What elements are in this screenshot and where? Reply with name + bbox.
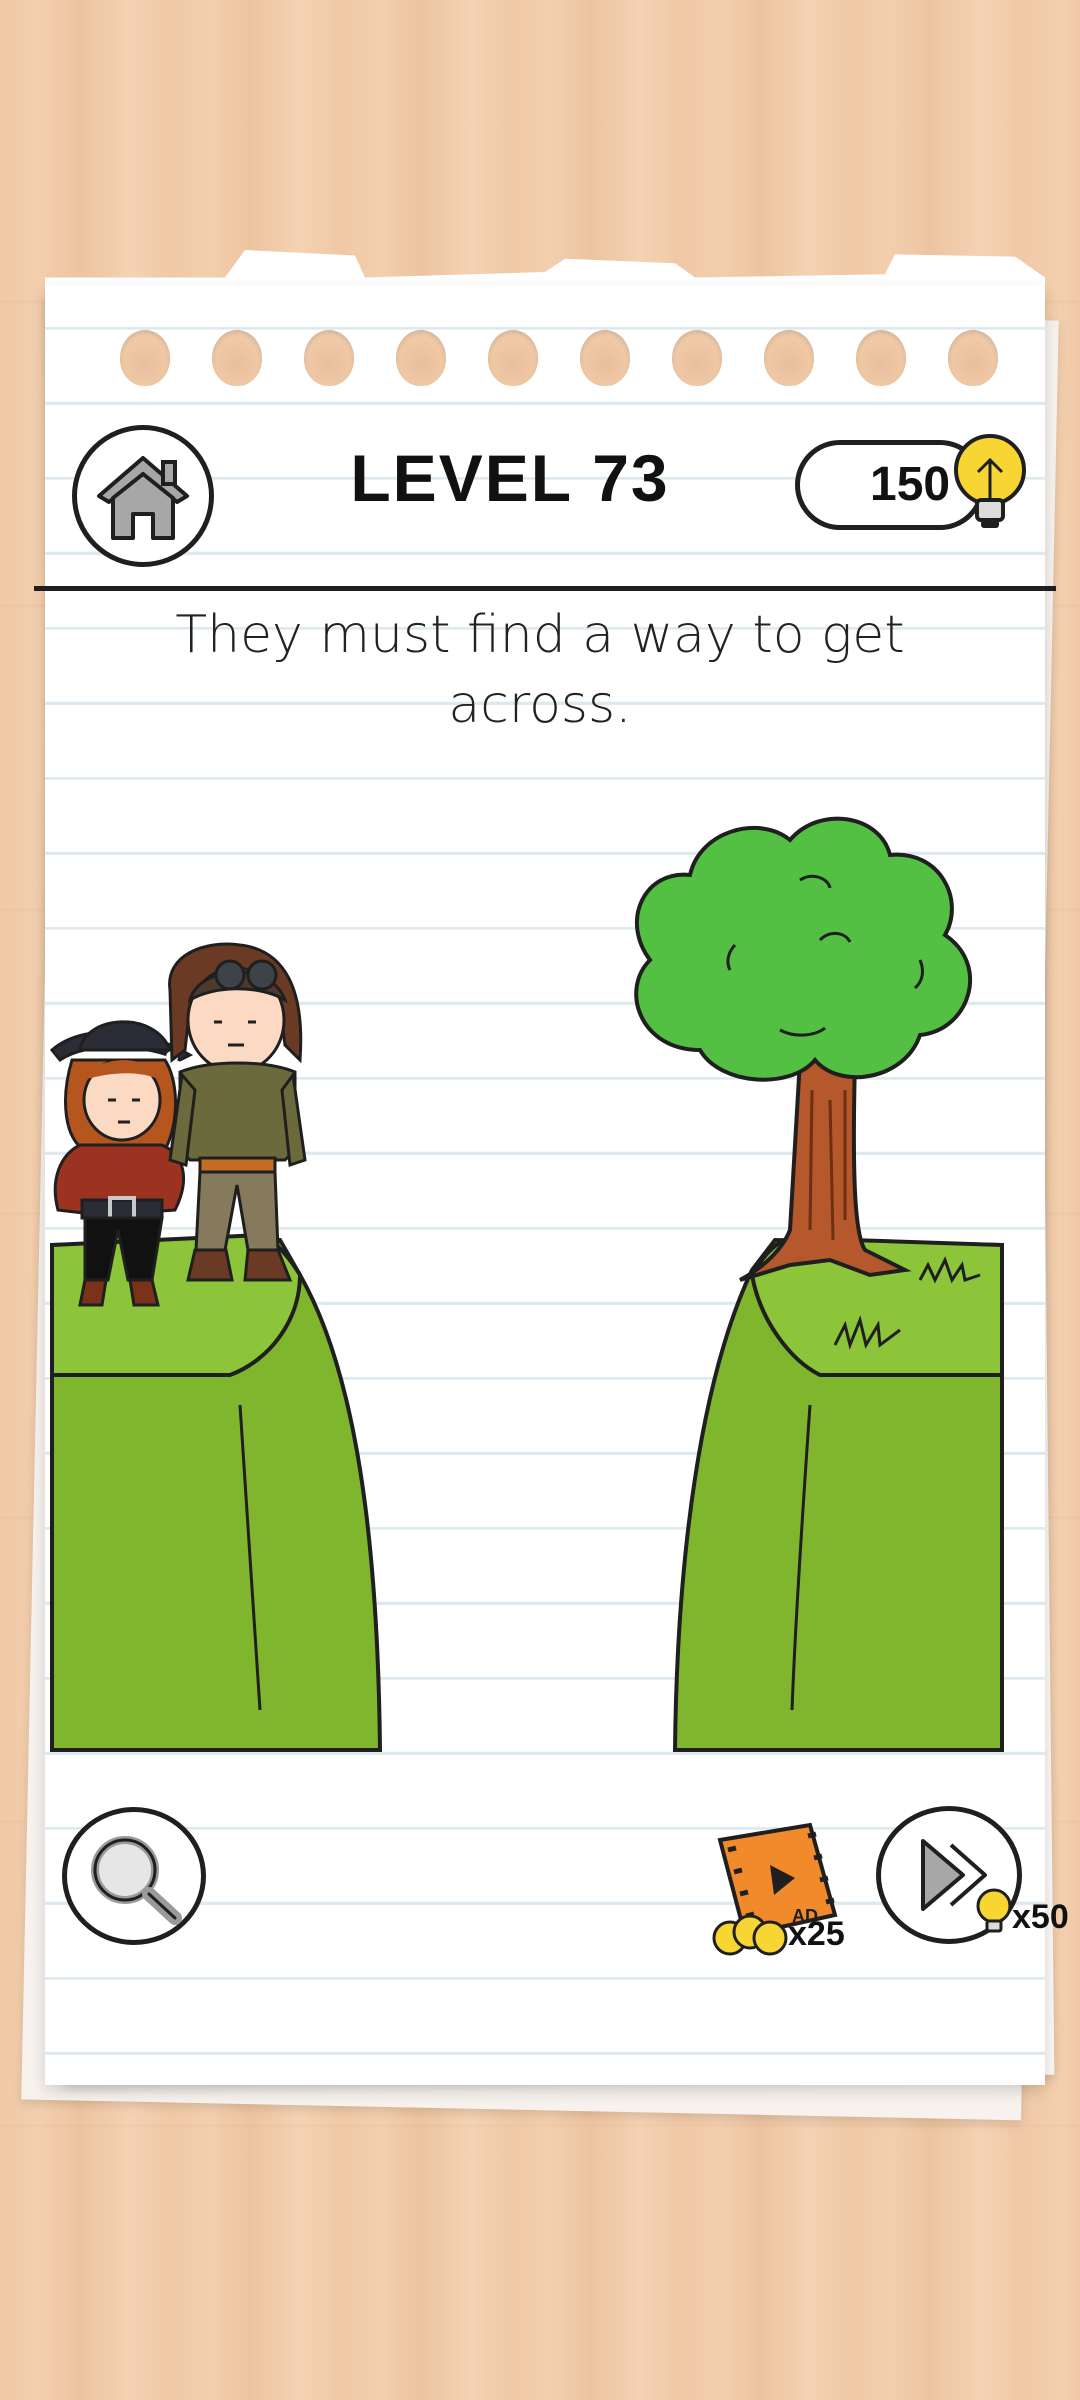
punch-hole: [764, 330, 814, 386]
left-cliff: [50, 1232, 383, 1752]
punch-hole: [948, 330, 998, 386]
game-scene[interactable]: [0, 760, 1080, 1760]
punch-holes: [120, 330, 1000, 390]
punch-hole: [856, 330, 906, 386]
header-divider: [34, 586, 1056, 591]
punch-hole: [212, 330, 262, 386]
punch-hole: [580, 330, 630, 386]
skip-cost-label: x50: [1012, 1898, 1069, 1936]
lightbulb-icon: [954, 434, 1026, 528]
magnifier-icon: [91, 1836, 182, 1925]
punch-hole: [672, 330, 722, 386]
punch-hole: [396, 330, 446, 386]
lightbulb-icon: [976, 1888, 1012, 1933]
home-icon: [97, 456, 189, 540]
punch-hole: [304, 330, 354, 386]
coin-count: 150: [870, 458, 951, 511]
instruction-text: They must find a way to get across.: [175, 605, 905, 735]
home-button[interactable]: [72, 425, 214, 567]
punch-hole: [120, 330, 170, 386]
punch-hole: [488, 330, 538, 386]
tree: [634, 816, 972, 1282]
right-cliff: [672, 1235, 1004, 1752]
ad-reward-label: x25: [788, 1915, 845, 1953]
aviator-character[interactable]: [168, 942, 307, 1282]
level-title: LEVEL 73: [350, 441, 670, 515]
hint-button[interactable]: [62, 1807, 206, 1945]
